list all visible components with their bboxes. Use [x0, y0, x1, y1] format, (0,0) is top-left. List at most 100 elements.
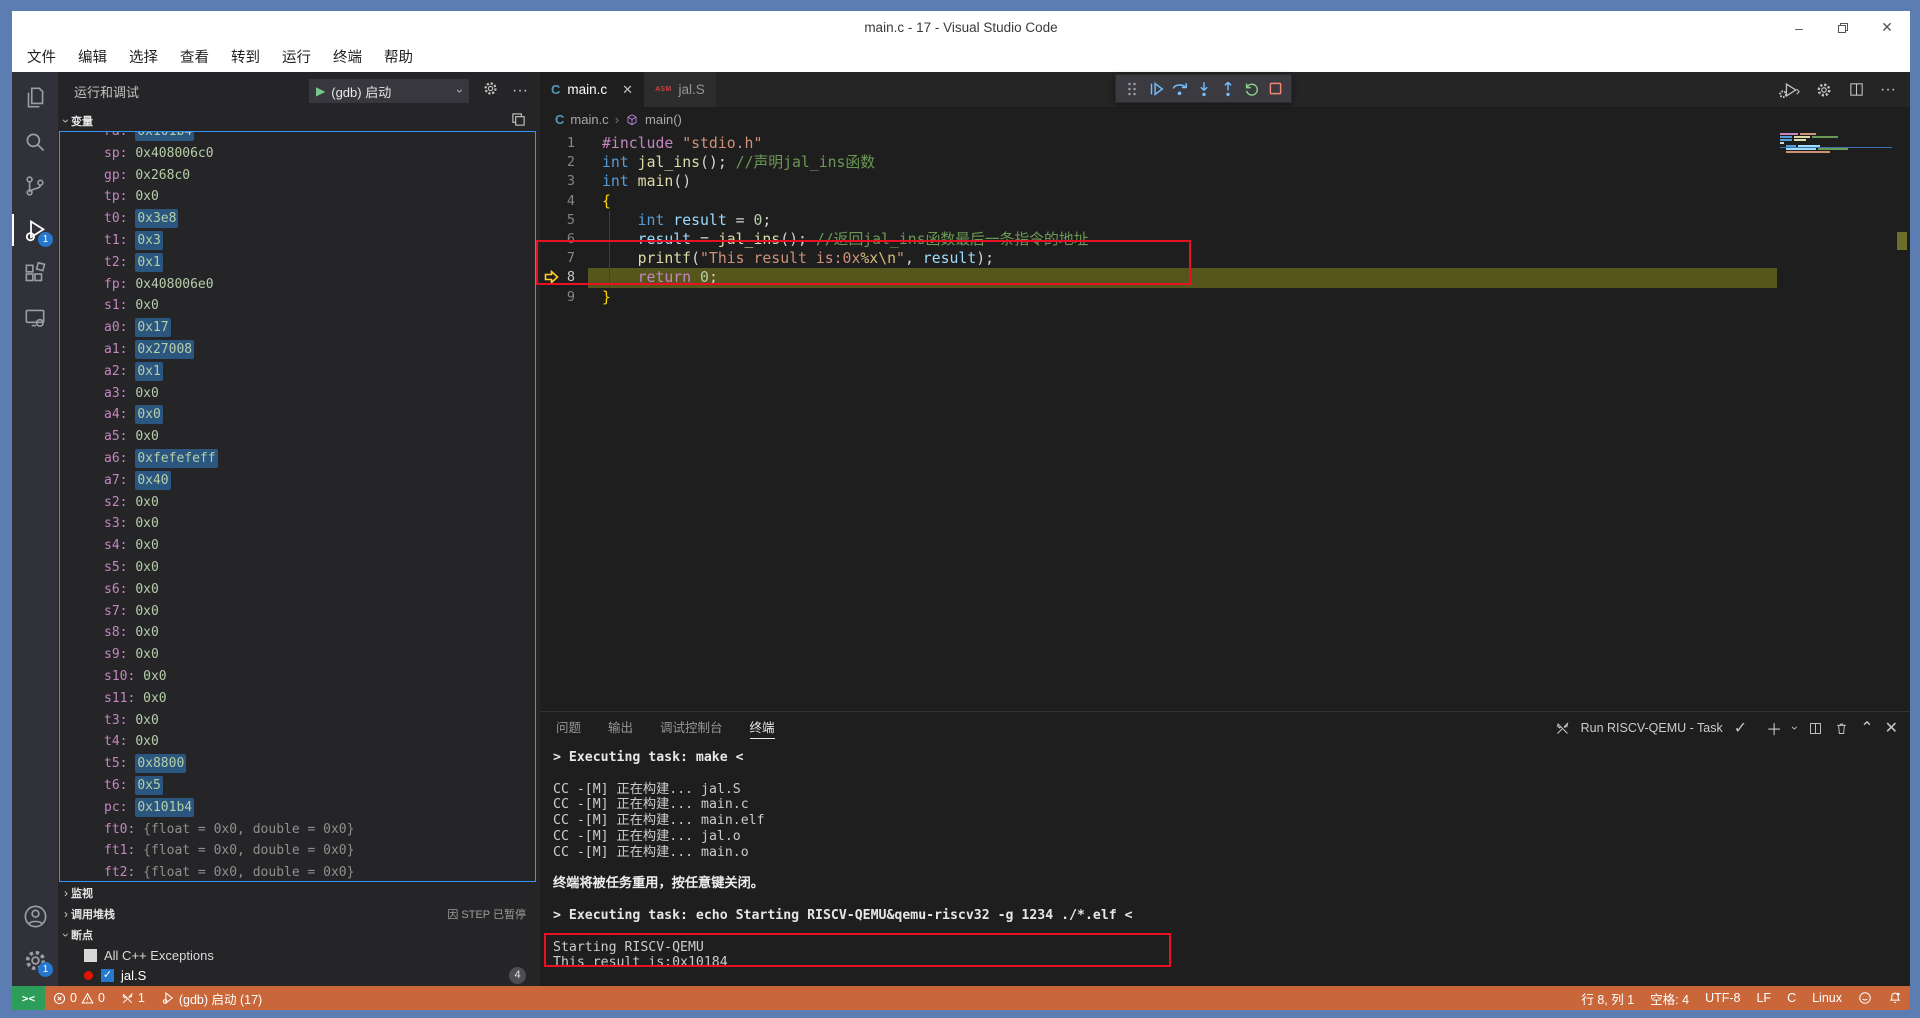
register-tp[interactable]: tp: 0x0: [60, 186, 535, 208]
variables-section-header[interactable]: › 变量: [58, 110, 540, 131]
tab-main-c[interactable]: C main.c ✕: [540, 72, 644, 107]
register-s3[interactable]: s3: 0x0: [60, 513, 535, 535]
register-s8[interactable]: s8: 0x0: [60, 622, 535, 644]
settings-gear-icon[interactable]: 1: [12, 938, 58, 982]
drag-handle-icon[interactable]: [1121, 78, 1142, 100]
register-s7[interactable]: s7: 0x0: [60, 601, 535, 623]
indentation[interactable]: 空格: 4: [1642, 986, 1697, 1010]
panel-tab-终端[interactable]: 终端: [750, 712, 775, 744]
maximize-panel-icon[interactable]: ⌃: [1860, 718, 1873, 738]
menu-item-选择[interactable]: 选择: [118, 44, 169, 72]
account-icon[interactable]: [12, 894, 58, 938]
run-or-debug-icon[interactable]: [1778, 81, 1800, 99]
terminal-dropdown-icon[interactable]: ›: [1789, 726, 1801, 730]
more-actions-icon[interactable]: ···: [512, 82, 528, 100]
menu-item-运行[interactable]: 运行: [271, 44, 322, 72]
language-mode[interactable]: C: [1779, 986, 1804, 1010]
explorer-icon[interactable]: [12, 76, 58, 120]
register-t2[interactable]: t2: 0x1: [60, 252, 535, 274]
launch-config-dropdown[interactable]: ▶ (gdb) 启动 ›: [309, 79, 469, 103]
code-editor[interactable]: 1#include "stdio.h"2int jal_ins(); //声明j…: [540, 132, 1910, 711]
register-s4[interactable]: s4: 0x0: [60, 535, 535, 557]
step-into-icon[interactable]: [1193, 78, 1214, 100]
register-t3[interactable]: t3: 0x0: [60, 710, 535, 732]
extensions-icon[interactable]: [12, 252, 58, 296]
checkbox-unchecked[interactable]: [84, 949, 97, 962]
notifications-bell-icon[interactable]: [1880, 986, 1910, 1010]
eol-sequence[interactable]: LF: [1748, 986, 1779, 1010]
menu-item-帮助[interactable]: 帮助: [373, 44, 424, 72]
stop-icon[interactable]: [1265, 78, 1286, 100]
tab-jal-s[interactable]: ASM jal.S: [644, 72, 716, 107]
more-actions-icon[interactable]: ···: [1880, 81, 1896, 99]
register-a3[interactable]: a3: 0x0: [60, 383, 535, 405]
copy-group-icon[interactable]: [511, 112, 526, 130]
register-s10[interactable]: s10: 0x0: [60, 666, 535, 688]
register-s9[interactable]: s9: 0x0: [60, 644, 535, 666]
remote-explorer-icon[interactable]: [12, 296, 58, 340]
minimize-icon[interactable]: –: [1784, 15, 1814, 41]
register-ft1[interactable]: ft1: {float = 0x0, double = 0x0}: [60, 840, 535, 862]
tasks-status[interactable]: 1: [113, 986, 153, 1010]
debug-session-status[interactable]: (gdb) 启动 (17): [153, 986, 270, 1010]
register-ft0[interactable]: ft0: {float = 0x0, double = 0x0}: [60, 819, 535, 841]
step-out-icon[interactable]: [1217, 78, 1238, 100]
register-a2[interactable]: a2: 0x1: [60, 361, 535, 383]
close-panel-icon[interactable]: ✕: [1885, 718, 1898, 738]
menu-item-转到[interactable]: 转到: [220, 44, 271, 72]
breadcrumb-symbol[interactable]: main(): [645, 112, 682, 127]
menu-item-终端[interactable]: 终端: [322, 44, 373, 72]
new-terminal-icon[interactable]: ＋: [1766, 716, 1782, 740]
watch-section-header[interactable]: › 监视: [58, 882, 540, 903]
panel-tab-调试控制台[interactable]: 调试控制台: [660, 712, 723, 744]
encoding[interactable]: UTF-8: [1697, 986, 1748, 1010]
register-a7[interactable]: a7: 0x40: [60, 470, 535, 492]
continue-icon[interactable]: [1145, 78, 1166, 100]
register-a5[interactable]: a5: 0x0: [60, 426, 535, 448]
split-editor-icon[interactable]: [1848, 81, 1865, 98]
source-control-icon[interactable]: [12, 164, 58, 208]
breakpoint-item-jal[interactable]: ✓ jal.S 4: [58, 965, 540, 985]
restart-icon[interactable]: [1241, 78, 1262, 100]
step-over-icon[interactable]: [1169, 78, 1190, 100]
restore-icon[interactable]: [1828, 15, 1858, 41]
remote-indicator[interactable]: ><: [12, 986, 45, 1010]
register-s5[interactable]: s5: 0x0: [60, 557, 535, 579]
register-a0[interactable]: a0: 0x17: [60, 317, 535, 339]
search-icon[interactable]: [12, 120, 58, 164]
menu-item-文件[interactable]: 文件: [16, 44, 67, 72]
feedback-icon[interactable]: [1850, 986, 1880, 1010]
register-a4[interactable]: a4: 0x0: [60, 404, 535, 426]
register-s2[interactable]: s2: 0x0: [60, 492, 535, 514]
breakpoints-section-header[interactable]: › 断点: [58, 924, 540, 945]
breakpoint-item-exceptions[interactable]: All C++ Exceptions: [58, 945, 540, 965]
run-debug-icon[interactable]: 1: [12, 208, 58, 252]
callstack-section-header[interactable]: › 调用堆栈 因 STEP 已暂停: [58, 903, 540, 924]
register-fp[interactable]: fp: 0x408006e0: [60, 274, 535, 296]
settings-gear-icon[interactable]: [1815, 81, 1833, 99]
panel-tab-输出[interactable]: 输出: [608, 712, 633, 744]
register-ra[interactable]: ra: 0x101b4: [60, 131, 535, 143]
register-gp[interactable]: gp: 0x268c0: [60, 165, 535, 187]
checkbox-checked[interactable]: ✓: [101, 969, 114, 982]
register-s11[interactable]: s11: 0x0: [60, 688, 535, 710]
split-terminal-icon[interactable]: [1808, 721, 1823, 736]
register-t4[interactable]: t4: 0x0: [60, 731, 535, 753]
terminal-content[interactable]: > Executing task: make < CC -[M] 正在构建...…: [553, 750, 1910, 971]
terminal-task-label[interactable]: Run RISCV-QEMU - Task: [1581, 721, 1723, 735]
close-tab-icon[interactable]: ✕: [622, 82, 633, 98]
register-s6[interactable]: s6: 0x0: [60, 579, 535, 601]
cursor-position[interactable]: 行 8, 列 1: [1573, 986, 1642, 1010]
register-pc[interactable]: pc: 0x101b4: [60, 797, 535, 819]
register-t6[interactable]: t6: 0x5: [60, 775, 535, 797]
menu-item-编辑[interactable]: 编辑: [67, 44, 118, 72]
os-indicator[interactable]: Linux: [1804, 986, 1850, 1010]
panel-tab-问题[interactable]: 问题: [556, 712, 581, 744]
breadcrumb-file[interactable]: main.c: [570, 112, 608, 127]
register-a6[interactable]: a6: 0xfefefeff: [60, 448, 535, 470]
register-sp[interactable]: sp: 0x408006c0: [60, 143, 535, 165]
variables-panel[interactable]: ra: 0x101b4sp: 0x408006c0gp: 0x268c0tp: …: [59, 131, 536, 882]
register-s1[interactable]: s1: 0x0: [60, 295, 535, 317]
debug-settings-gear-icon[interactable]: [482, 80, 499, 102]
register-t1[interactable]: t1: 0x3: [60, 230, 535, 252]
